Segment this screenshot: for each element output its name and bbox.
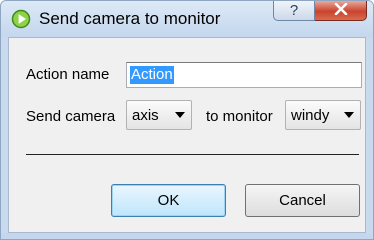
action-name-input[interactable]: Action	[126, 62, 362, 88]
camera-select-value: axis	[132, 106, 159, 124]
caption-buttons: ?	[273, 1, 367, 23]
dialog-window: Send camera to monitor ? Action name Act…	[0, 0, 374, 240]
green-play-circle-icon	[11, 9, 31, 29]
divider	[26, 154, 359, 155]
chevron-down-icon	[175, 112, 185, 118]
action-name-label: Action name	[26, 66, 110, 83]
camera-select[interactable]: axis	[126, 100, 192, 130]
help-button[interactable]: ?	[273, 1, 315, 21]
dialog-body: Action name Action Send camera axis to m…	[8, 37, 366, 233]
window-title: Send camera to monitor	[39, 9, 221, 28]
chevron-down-icon	[344, 112, 354, 118]
close-icon	[334, 2, 348, 20]
action-name-value: Action	[130, 66, 174, 84]
window-frame-bottom	[1, 233, 373, 239]
monitor-select[interactable]: windy	[285, 100, 361, 130]
ok-button-label: OK	[157, 192, 180, 209]
cancel-button[interactable]: Cancel	[245, 184, 360, 217]
to-monitor-label: to monitor	[206, 108, 273, 125]
title-bar[interactable]: Send camera to monitor ?	[1, 1, 373, 37]
cancel-button-label: Cancel	[279, 192, 326, 209]
ok-button[interactable]: OK	[111, 184, 226, 217]
send-camera-label: Send camera	[26, 108, 116, 125]
help-icon: ?	[289, 2, 299, 19]
close-button[interactable]	[315, 1, 367, 21]
monitor-select-value: windy	[291, 106, 330, 124]
